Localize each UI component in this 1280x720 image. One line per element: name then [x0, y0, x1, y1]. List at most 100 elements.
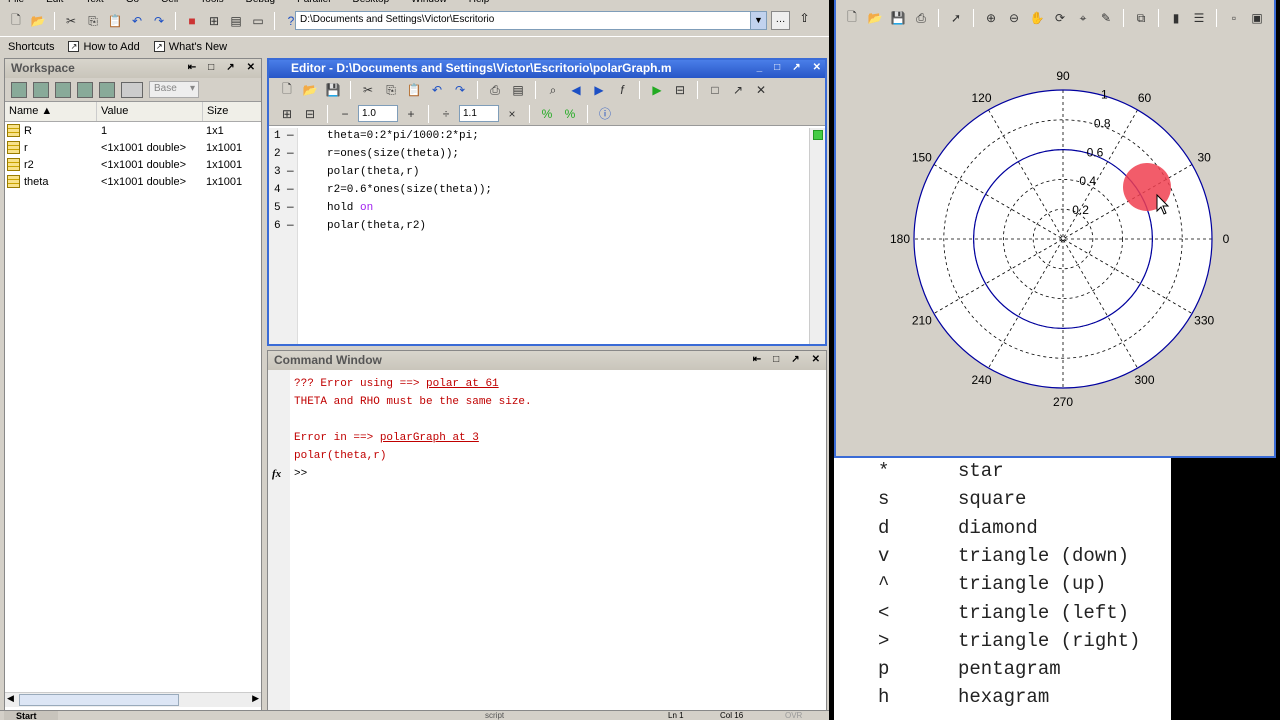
profiler-icon[interactable]: ▤: [226, 11, 246, 31]
run-icon[interactable]: ▶: [647, 80, 667, 100]
how-to-add-link[interactable]: ↗ How to Add: [68, 41, 140, 53]
menu-help[interactable]: Help: [469, 0, 490, 8]
divide-icon[interactable]: ÷: [436, 104, 456, 124]
print-icon[interactable]: ⎙: [911, 8, 931, 28]
dock-arrow-icon[interactable]: ↗: [728, 80, 748, 100]
find-icon[interactable]: ▤: [508, 80, 528, 100]
back-arrow-icon[interactable]: ◀: [566, 80, 586, 100]
stack-select[interactable]: Base ▾: [149, 81, 199, 98]
comment-icon[interactable]: %: [537, 104, 557, 124]
dock-arrow-icon[interactable]: ↗: [792, 62, 800, 73]
breakpoint-dash[interactable]: —: [287, 166, 294, 178]
print-icon[interactable]: ⎙: [485, 80, 505, 100]
code-area[interactable]: 1 — theta=0:2*pi/1000:2*pi; 2 — r=ones(size(t…: [269, 128, 809, 344]
menu-text[interactable]: Text: [85, 0, 103, 8]
pan-icon[interactable]: ✋: [1027, 8, 1047, 28]
workspace-row[interactable]: r2 <1x1001 double> 1x1001: [5, 156, 261, 173]
close-icon[interactable]: ✕: [813, 62, 821, 73]
colorbar-icon[interactable]: ▮: [1166, 8, 1186, 28]
copy-icon[interactable]: ⎘: [381, 80, 401, 100]
redo-icon[interactable]: ↷: [450, 80, 470, 100]
undo-icon[interactable]: ↶: [127, 11, 147, 31]
new-variable-icon[interactable]: [11, 81, 27, 98]
breakpoint-dash[interactable]: —: [287, 202, 294, 214]
show-plot-tools-icon[interactable]: ▣: [1247, 8, 1267, 28]
step-value-input[interactable]: [358, 105, 398, 122]
document-icon[interactable]: ▭: [248, 11, 268, 31]
close-icon[interactable]: ✕: [751, 80, 771, 100]
workspace-row[interactable]: theta <1x1001 double> 1x1001: [5, 173, 261, 190]
vertical-scrollbar[interactable]: [809, 128, 825, 344]
open-folder-icon[interactable]: 📂: [865, 8, 885, 28]
paste-icon[interactable]: 📋: [404, 80, 424, 100]
dock-arrow-icon[interactable]: ↗: [226, 62, 234, 73]
open-variable-icon[interactable]: [33, 81, 49, 98]
simulink-icon[interactable]: ■: [182, 11, 202, 31]
breakpoint-dash[interactable]: —: [287, 148, 294, 160]
chevron-down-icon[interactable]: ▼: [750, 12, 766, 29]
cut-icon[interactable]: ✂: [358, 80, 378, 100]
whats-new-link[interactable]: ↗ What's New: [153, 41, 227, 53]
menu-go[interactable]: Go: [126, 0, 139, 8]
scale-value-input[interactable]: [459, 105, 499, 122]
command-output[interactable]: ??? Error using ==> polar at 61 THETA an…: [268, 370, 826, 720]
uncomment-icon[interactable]: %: [560, 104, 580, 124]
legend-icon[interactable]: ☰: [1189, 8, 1209, 28]
scroll-left-icon[interactable]: ◀: [7, 693, 14, 704]
menu-window[interactable]: Window: [411, 0, 447, 8]
cell-eval-icon[interactable]: ⊟: [300, 104, 320, 124]
column-size[interactable]: Size: [203, 102, 261, 121]
new-figure-icon[interactable]: 🗋: [842, 8, 862, 28]
function-icon[interactable]: f: [612, 80, 632, 100]
scroll-right-icon[interactable]: ▶: [252, 693, 259, 704]
breakpoint-icon[interactable]: ⊟: [670, 80, 690, 100]
menu-cell[interactable]: Cell: [161, 0, 178, 8]
close-icon[interactable]: ✕: [812, 354, 820, 365]
binoculars-icon[interactable]: ⌕: [543, 80, 563, 100]
polar-error-link[interactable]: polar at 61: [426, 378, 499, 390]
save-icon[interactable]: 💾: [888, 8, 908, 28]
rotate-icon[interactable]: ⟳: [1050, 8, 1070, 28]
info-icon[interactable]: ⓘ: [595, 104, 615, 124]
brush-icon[interactable]: ✎: [1096, 8, 1116, 28]
maximize-icon[interactable]: □: [773, 354, 779, 365]
fx-icon[interactable]: fx: [272, 468, 281, 480]
plot-selection-icon[interactable]: [121, 81, 143, 98]
guide-icon[interactable]: ⊞: [204, 11, 224, 31]
maximize-icon[interactable]: □: [774, 62, 780, 73]
workspace-row[interactable]: r <1x1001 double> 1x1001: [5, 139, 261, 156]
print-icon[interactable]: [99, 81, 115, 98]
column-value[interactable]: Value: [97, 102, 203, 121]
undock-icon[interactable]: ⇤: [188, 62, 196, 73]
breakpoint-dash[interactable]: —: [287, 220, 294, 232]
decrement-icon[interactable]: −: [335, 104, 355, 124]
zoom-in-icon[interactable]: ⊕: [981, 8, 1001, 28]
workspace-row[interactable]: R 1 1x1: [5, 122, 261, 139]
copy-icon[interactable]: ⎘: [83, 11, 103, 31]
dock-arrow-icon[interactable]: ↗: [791, 354, 799, 365]
up-folder-icon[interactable]: ⇧: [795, 11, 814, 30]
maximize-icon[interactable]: □: [208, 62, 214, 73]
menu-file[interactable]: File: [8, 0, 24, 8]
column-name[interactable]: Name ▲: [5, 102, 97, 121]
save-workspace-icon[interactable]: [77, 81, 93, 98]
hide-plot-tools-icon[interactable]: ▫: [1224, 8, 1244, 28]
layout-icon[interactable]: □: [705, 80, 725, 100]
pointer-icon[interactable]: ➚: [946, 8, 966, 28]
increment-icon[interactable]: +: [401, 104, 421, 124]
zoom-out-icon[interactable]: ⊖: [1004, 8, 1024, 28]
multiply-icon[interactable]: ×: [502, 104, 522, 124]
import-data-icon[interactable]: [55, 81, 71, 98]
polargraph-error-link[interactable]: polarGraph at 3: [380, 432, 479, 444]
undo-icon[interactable]: ↶: [427, 80, 447, 100]
insert-cell-icon[interactable]: ⊞: [277, 104, 297, 124]
breakpoint-dash[interactable]: —: [287, 184, 294, 196]
data-cursor-icon[interactable]: ⌖: [1073, 8, 1093, 28]
horizontal-scrollbar[interactable]: ◀ ▶: [5, 692, 261, 707]
save-icon[interactable]: 💾: [323, 80, 343, 100]
open-folder-icon[interactable]: 📂: [300, 80, 320, 100]
close-icon[interactable]: ✕: [247, 62, 255, 73]
menu-parallel[interactable]: Parallel: [297, 0, 330, 8]
new-file-icon[interactable]: 🗋: [277, 80, 297, 100]
menu-debug[interactable]: Debug: [246, 0, 275, 8]
